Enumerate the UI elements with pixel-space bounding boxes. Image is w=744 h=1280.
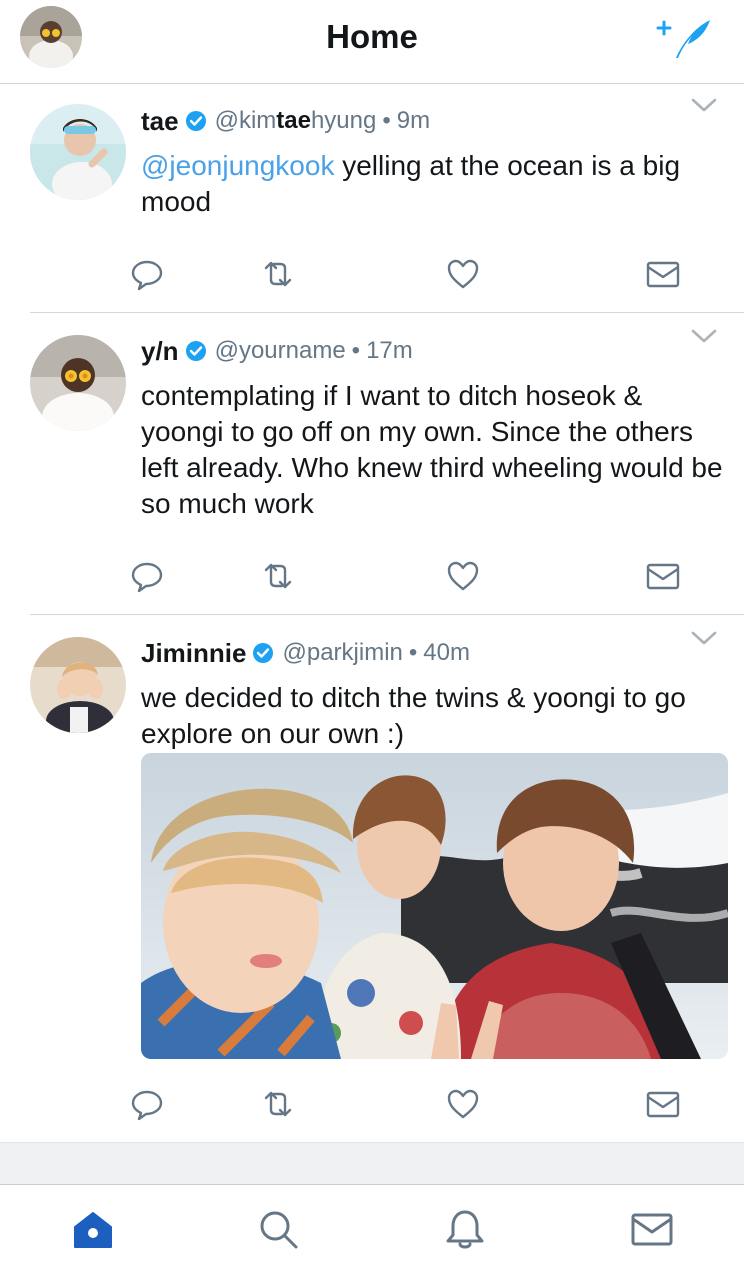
separator-dot: •	[408, 639, 418, 666]
display-name[interactable]: Jiminnie	[141, 638, 246, 669]
separator-dot: •	[382, 107, 391, 134]
tweet-actions	[0, 1086, 744, 1126]
chevron-down-icon[interactable]	[690, 327, 718, 345]
like-icon[interactable]	[445, 256, 481, 292]
reply-icon[interactable]	[129, 558, 165, 594]
like-icon[interactable]	[445, 558, 481, 594]
bottom-tab-bar	[0, 1184, 744, 1280]
mention-link[interactable]: @jeonjungkook	[141, 150, 334, 181]
tweet-text: @jeonjungkook yelling at the ocean is a …	[141, 150, 681, 217]
retweet-icon[interactable]	[260, 1086, 296, 1122]
retweet-icon[interactable]	[260, 256, 296, 292]
tweet-text: contemplating if I want to ditch hoseok …	[141, 380, 723, 519]
tweet-yn[interactable]: y/n @yourname • 17m contemplating if I w…	[0, 313, 744, 615]
avatar-tae[interactable]	[30, 104, 126, 200]
tweet-photo[interactable]	[141, 753, 728, 1059]
tweet-tae[interactable]: tae @kimtaehyung • 9m @jeonjungkook yell…	[0, 84, 744, 313]
tweet-actions	[0, 256, 744, 296]
display-name[interactable]: y/n	[141, 336, 179, 367]
tweet-actions	[0, 558, 744, 598]
home-icon[interactable]	[71, 1207, 115, 1251]
like-icon[interactable]	[445, 1086, 481, 1122]
verified-badge-icon	[185, 341, 206, 361]
direct-message-icon[interactable]	[645, 558, 681, 594]
notifications-bell-icon[interactable]	[443, 1207, 487, 1251]
handle[interactable]: @kimtaehyung	[215, 107, 377, 135]
feed-end-band	[0, 1142, 744, 1184]
display-name[interactable]: tae	[141, 106, 179, 137]
tweet-header: Jiminnie @parkjimin • 40m	[141, 636, 470, 670]
search-icon[interactable]	[256, 1207, 300, 1251]
tweet-text: we decided to ditch the twins & yoongi t…	[141, 682, 686, 749]
tweet-header: y/n @yourname • 17m	[141, 334, 413, 368]
timestamp[interactable]: 9m	[397, 107, 430, 135]
avatar-jiminnie[interactable]	[30, 637, 126, 733]
chevron-down-icon[interactable]	[690, 629, 718, 647]
direct-message-icon[interactable]	[645, 1086, 681, 1122]
separator-dot: •	[351, 337, 361, 364]
messages-envelope-icon[interactable]	[630, 1207, 674, 1251]
timestamp[interactable]: 40m	[423, 639, 470, 667]
timestamp[interactable]: 17m	[366, 337, 413, 365]
compose-quill-icon[interactable]	[654, 14, 714, 62]
avatar-yn[interactable]	[30, 335, 126, 431]
handle[interactable]: @parkjimin	[282, 639, 402, 667]
reply-icon[interactable]	[129, 1086, 165, 1122]
retweet-icon[interactable]	[260, 558, 296, 594]
verified-badge-icon	[253, 643, 274, 663]
direct-message-icon[interactable]	[645, 256, 681, 292]
page-title: Home	[326, 18, 418, 55]
verified-badge-icon	[185, 111, 206, 131]
reply-icon[interactable]	[129, 256, 165, 292]
chevron-down-icon[interactable]	[690, 96, 718, 114]
tweet-header: tae @kimtaehyung • 9m	[141, 104, 430, 138]
top-bar: Home	[0, 0, 744, 84]
handle[interactable]: @yourname	[215, 337, 346, 365]
